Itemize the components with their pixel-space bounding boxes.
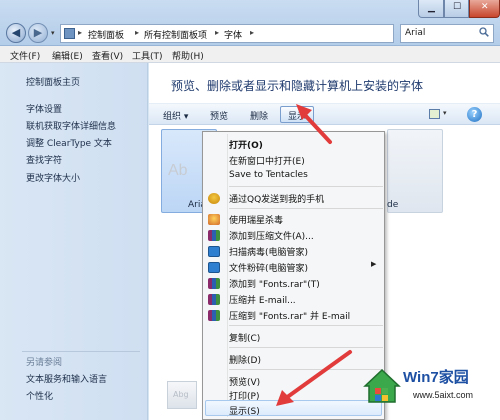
winrar-icon bbox=[208, 230, 220, 241]
menu-separator bbox=[229, 208, 383, 209]
arrow-right-icon: ▶ bbox=[33, 26, 43, 39]
menu-item-open-new-window[interactable]: 在新窗口中打开(E) bbox=[229, 154, 305, 167]
rising-antivirus-icon bbox=[208, 214, 220, 225]
chevron-right-icon: ▸ bbox=[215, 28, 220, 37]
chevron-right-icon: ▸ bbox=[78, 28, 83, 37]
sidebar-link-online-font-info[interactable]: 联机获取字体详细信息 bbox=[26, 119, 116, 132]
menu-separator bbox=[229, 347, 383, 348]
sidebar-link-text-services[interactable]: 文本服务和输入语言 bbox=[26, 372, 107, 385]
pc-manager-icon bbox=[208, 246, 220, 257]
menu-edit[interactable]: 编辑(E) bbox=[52, 49, 83, 62]
view-options-dropdown-icon[interactable]: ▾ bbox=[443, 109, 447, 117]
delete-button[interactable]: 删除 bbox=[250, 109, 268, 122]
search-input-value: Arial bbox=[405, 28, 426, 38]
sidebar-divider bbox=[22, 351, 140, 352]
organize-button[interactable]: 组织 ▾ bbox=[163, 109, 188, 122]
menu-view[interactable]: 查看(V) bbox=[92, 49, 123, 62]
font-sample-glyph: Abg bbox=[173, 390, 189, 399]
back-button[interactable]: ◀ bbox=[6, 23, 26, 43]
breadcrumb-control-panel[interactable]: 控制面板 bbox=[88, 28, 124, 41]
address-bar[interactable]: ▸ 控制面板 ▸ 所有控制面板项 ▸ 字体 ▸ ▾ ↻ bbox=[60, 24, 453, 43]
winrar-icon bbox=[208, 278, 220, 289]
chevron-right-icon: ▸ bbox=[135, 28, 140, 37]
menu-item-rising-scan[interactable]: 使用瑞星杀毒 bbox=[229, 213, 283, 226]
pc-manager-icon bbox=[208, 262, 220, 273]
navigation-pane: 控制面板主页 字体设置 联机获取字体详细信息 调整 ClearType 文本 查… bbox=[0, 63, 148, 420]
menu-item-save-to-tentacles[interactable]: Save to Tentacles bbox=[229, 170, 308, 180]
maximize-button[interactable]: ☐ bbox=[444, 0, 469, 18]
winrar-icon bbox=[208, 294, 220, 305]
menu-separator bbox=[229, 186, 383, 187]
help-icon[interactable]: ? bbox=[467, 107, 482, 122]
font-sample-glyph: Ab bbox=[168, 162, 188, 179]
menu-item-copy[interactable]: 复制(C) bbox=[229, 331, 260, 344]
menu-help[interactable]: 帮助(H) bbox=[172, 49, 204, 62]
sidebar-link-find-character[interactable]: 查找字符 bbox=[26, 153, 62, 166]
menu-item-add-to-archive[interactable]: 添加到压缩文件(A)... bbox=[229, 229, 314, 242]
change-view-icon[interactable] bbox=[429, 109, 440, 119]
watermark-url: www.5aixt.com bbox=[413, 390, 474, 400]
sidebar-link-adjust-cleartype[interactable]: 调整 ClearType 文本 bbox=[26, 136, 112, 149]
search-icon bbox=[479, 27, 489, 37]
win7-home-logo-icon bbox=[363, 368, 401, 403]
forward-button[interactable]: ▶ bbox=[28, 23, 48, 43]
command-bar: 组织 ▾ 预览 删除 显示 ▾ ? bbox=[149, 103, 500, 125]
chevron-right-icon: ▸ bbox=[250, 28, 255, 37]
menu-item-scan-virus[interactable]: 扫描病毒(电脑管家) bbox=[229, 245, 308, 258]
menu-item-preview[interactable]: 预览(V) bbox=[229, 375, 260, 388]
preview-button[interactable]: 预览 bbox=[210, 109, 228, 122]
search-input[interactable]: Arial bbox=[400, 24, 494, 43]
page-title: 预览、删除或者显示和隐藏计算机上安装的字体 bbox=[171, 79, 424, 93]
recent-pages-dropdown-icon[interactable]: ▾ bbox=[51, 29, 55, 37]
font-tile-label: de bbox=[387, 200, 399, 210]
submenu-arrow-icon: ▶ bbox=[371, 260, 377, 268]
maximize-icon: ☐ bbox=[453, 2, 462, 12]
menu-item-file-shred[interactable]: 文件粉碎(电脑管家) bbox=[229, 261, 308, 274]
watermark-title: Win7家园 bbox=[403, 369, 469, 386]
menu-file[interactable]: 文件(F) bbox=[10, 49, 40, 62]
window-title-bar: ▁ ☐ ✕ ◀ ▶ ▾ ▸ 控制面板 ▸ 所有控制面板项 ▸ 字体 ▸ ▾ ↻ … bbox=[0, 0, 500, 46]
menu-icon-gutter bbox=[227, 134, 228, 417]
breadcrumb-fonts[interactable]: 字体 bbox=[224, 28, 242, 41]
menu-tools[interactable]: 工具(T) bbox=[132, 49, 163, 62]
sidebar-link-control-panel-home[interactable]: 控制面板主页 bbox=[26, 75, 80, 88]
menu-item-compress-fonts-rar-email[interactable]: 压缩到 "Fonts.rar" 并 E-mail bbox=[229, 309, 350, 322]
menu-item-add-to-fonts-rar[interactable]: 添加到 "Fonts.rar"(T) bbox=[229, 277, 320, 290]
menu-item-send-via-qq[interactable]: 通过QQ发送到我的手机 bbox=[229, 192, 324, 205]
sidebar-link-font-settings[interactable]: 字体设置 bbox=[26, 102, 62, 115]
sidebar-link-personalization[interactable]: 个性化 bbox=[26, 389, 53, 402]
qq-icon bbox=[208, 193, 220, 204]
site-watermark: Win7家园 www.5aixt.com bbox=[355, 362, 500, 420]
menu-separator bbox=[229, 325, 383, 326]
show-button[interactable]: 显示 bbox=[288, 109, 306, 122]
menu-item-delete[interactable]: 删除(D) bbox=[229, 353, 261, 366]
menu-item-compress-email[interactable]: 压缩并 E-mail... bbox=[229, 293, 296, 306]
control-panel-icon bbox=[64, 28, 75, 39]
arrow-left-icon: ◀ bbox=[11, 26, 21, 39]
menu-item-show[interactable]: 显示(S) bbox=[229, 404, 260, 417]
minimize-button[interactable]: ▁ bbox=[418, 0, 444, 18]
font-tile[interactable]: Abg bbox=[167, 381, 197, 409]
winrar-icon bbox=[208, 310, 220, 321]
breadcrumb-all-control-panel-items[interactable]: 所有控制面板项 bbox=[144, 28, 207, 41]
menu-bar: 文件(F) 编辑(E) 查看(V) 工具(T) 帮助(H) bbox=[0, 46, 500, 63]
close-button[interactable]: ✕ bbox=[469, 0, 500, 18]
see-also-heading: 另请参阅 bbox=[26, 358, 63, 368]
sidebar-link-change-font-size[interactable]: 更改字体大小 bbox=[26, 171, 80, 184]
minimize-icon: ▁ bbox=[428, 3, 435, 13]
menu-item-print[interactable]: 打印(P) bbox=[229, 389, 259, 402]
close-icon: ✕ bbox=[481, 2, 489, 12]
menu-item-open[interactable]: 打开(O) bbox=[229, 138, 263, 151]
